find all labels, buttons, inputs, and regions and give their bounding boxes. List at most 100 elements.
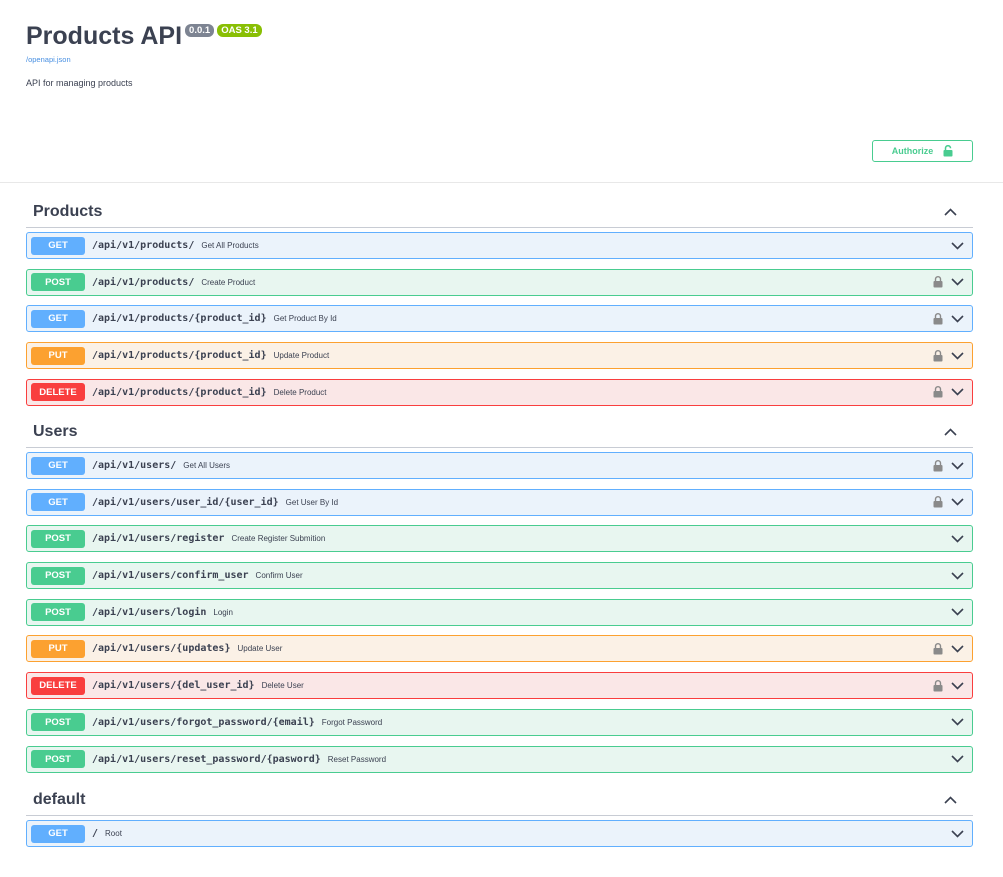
operation-summary: Reset Password bbox=[327, 754, 387, 764]
operation-row[interactable]: GET/api/v1/users/user_id/{user_id} Get Us… bbox=[26, 488, 973, 516]
operation-row[interactable]: DELETE/api/v1/products/{product_id} Delet… bbox=[26, 378, 973, 406]
chevron-down-icon[interactable] bbox=[951, 608, 964, 616]
authorize-label: Authorize bbox=[891, 146, 934, 156]
tag-header[interactable]: default bbox=[26, 784, 973, 816]
method-badge: POST bbox=[31, 603, 85, 622]
operation-summary: Login bbox=[213, 607, 233, 617]
title-row: Products API 0.0.1 OAS 3.1 bbox=[26, 20, 626, 52]
operation-summary: Delete Product bbox=[273, 387, 327, 397]
chevron-down-icon[interactable] bbox=[951, 388, 964, 396]
chevron-up-icon[interactable] bbox=[944, 207, 957, 216]
operation-path: /api/v1/products/{product_id} bbox=[92, 313, 267, 325]
operation-row[interactable]: POST/api/v1/users/login Login bbox=[26, 598, 973, 626]
operation-row[interactable]: POST/api/v1/products/Create Product bbox=[26, 268, 973, 296]
chevron-down-icon[interactable] bbox=[951, 829, 964, 838]
method-badge: POST bbox=[31, 273, 85, 292]
chevron-down-icon[interactable] bbox=[951, 278, 964, 286]
api-description: API for managing products bbox=[26, 78, 133, 88]
operation-row[interactable]: GET/api/v1/products/{product_id} Get Prod… bbox=[26, 305, 973, 333]
operation-icons bbox=[933, 380, 964, 405]
lock-icon bbox=[933, 679, 943, 692]
openapi-json-link[interactable]: /openapi.json bbox=[26, 55, 626, 64]
collapse-toggle[interactable] bbox=[944, 207, 958, 217]
chevron-down-icon[interactable] bbox=[951, 241, 964, 250]
chevron-down-icon[interactable] bbox=[951, 645, 964, 653]
operation-path: /api/v1/users/forgot_password/{email} bbox=[92, 716, 315, 728]
operation-icons bbox=[933, 306, 964, 331]
operation-icons bbox=[951, 710, 964, 735]
operation-icons bbox=[933, 636, 964, 661]
chevron-down-icon[interactable] bbox=[951, 461, 964, 470]
operation-icons bbox=[951, 233, 964, 258]
chevron-down-icon[interactable] bbox=[951, 682, 964, 690]
chevron-down-icon[interactable] bbox=[951, 718, 964, 726]
operation-path: /api/v1/users/login bbox=[92, 606, 207, 618]
chevron-up-icon[interactable] bbox=[944, 795, 957, 804]
operation-icons bbox=[951, 600, 964, 625]
tag-header[interactable]: Products bbox=[26, 196, 973, 228]
operation-path: /api/v1/products/ bbox=[92, 240, 195, 251]
operation-row[interactable]: PUT/api/v1/users/{updates} Update User bbox=[26, 635, 973, 663]
method-badge: PUT bbox=[31, 346, 85, 365]
lock-icon bbox=[933, 642, 943, 655]
operation-path: /api/v1/users/ bbox=[92, 460, 177, 471]
operation-icons bbox=[951, 747, 964, 772]
operation-row[interactable]: GET/api/v1/users/Get All Users bbox=[26, 452, 973, 479]
tag-title: default bbox=[33, 790, 86, 808]
operation-summary: Get Product By Id bbox=[273, 314, 337, 324]
version-badge: 0.0.1 bbox=[185, 24, 215, 37]
lock-icon bbox=[933, 386, 943, 398]
operation-summary: Confirm User bbox=[255, 571, 303, 581]
method-badge: GET bbox=[31, 309, 85, 328]
method-badge: POST bbox=[31, 713, 85, 732]
method-badge: GET bbox=[31, 236, 85, 255]
chevron-down-icon[interactable] bbox=[951, 755, 964, 763]
method-badge: GET bbox=[31, 493, 85, 512]
operation-path: / bbox=[92, 828, 99, 839]
operation-row[interactable]: GET / Root bbox=[26, 820, 973, 847]
operation-path: /api/v1/products/{product_id} bbox=[92, 386, 267, 398]
chevron-down-icon[interactable] bbox=[951, 315, 964, 323]
operation-row[interactable]: GET/api/v1/products/Get All Products bbox=[26, 232, 973, 259]
operation-row[interactable]: PUT/api/v1/products/{product_id} Update P… bbox=[26, 342, 973, 370]
tag-section-users: Users GET/api/v1/users/Get All Users GET/a… bbox=[26, 416, 973, 773]
chevron-up-icon[interactable] bbox=[944, 427, 957, 436]
lock-icon bbox=[933, 312, 943, 325]
operation-path: /api/v1/users/{del_user_id} bbox=[92, 680, 255, 692]
operation-row[interactable]: POST/api/v1/users/register Create Registe… bbox=[26, 525, 973, 553]
operation-icons bbox=[933, 453, 964, 478]
operation-icons bbox=[933, 673, 964, 698]
operation-icons bbox=[951, 563, 964, 588]
method-badge: PUT bbox=[31, 639, 85, 658]
operation-summary: Update Product bbox=[273, 351, 330, 361]
authorize-button[interactable]: Authorize bbox=[872, 140, 973, 162]
operation-summary: Forgot Password bbox=[321, 717, 383, 727]
tag-title: Users bbox=[33, 422, 78, 440]
operation-row[interactable]: POST/api/v1/users/forgot_password/{email… bbox=[26, 708, 973, 736]
operation-icons bbox=[951, 821, 964, 846]
method-badge: DELETE bbox=[31, 383, 85, 402]
operation-row[interactable]: POST/api/v1/users/reset_password/{paswor… bbox=[26, 745, 973, 773]
operation-summary: Create Register Submition bbox=[231, 534, 326, 544]
page-title: Products API bbox=[26, 22, 183, 50]
operation-icons bbox=[933, 490, 964, 515]
chevron-down-icon[interactable] bbox=[951, 535, 964, 543]
collapse-toggle[interactable] bbox=[944, 795, 958, 805]
operation-path: /api/v1/users/reset_password/{pasword} bbox=[92, 753, 321, 765]
operation-summary: Get All Products bbox=[201, 241, 259, 250]
operation-summary: Get All Users bbox=[183, 461, 230, 470]
collapse-toggle[interactable] bbox=[944, 427, 958, 437]
header-divider bbox=[0, 182, 1003, 183]
operation-path: /api/v1/users/confirm_user bbox=[92, 570, 249, 582]
operation-path: /api/v1/users/{updates} bbox=[92, 643, 231, 655]
operation-row[interactable]: POST/api/v1/users/confirm_user Confirm Us… bbox=[26, 562, 973, 590]
api-info: Products API 0.0.1 OAS 3.1 /openapi.json… bbox=[26, 20, 626, 88]
chevron-down-icon[interactable] bbox=[951, 571, 964, 580]
chevron-down-icon[interactable] bbox=[951, 498, 964, 506]
method-badge: POST bbox=[31, 750, 85, 768]
chevron-down-icon[interactable] bbox=[951, 351, 964, 360]
operation-summary: Get User By Id bbox=[285, 497, 339, 507]
operation-summary: Delete User bbox=[261, 681, 304, 691]
operation-row[interactable]: DELETE/api/v1/users/{del_user_id} Delete … bbox=[26, 672, 973, 700]
tag-header[interactable]: Users bbox=[26, 416, 973, 448]
